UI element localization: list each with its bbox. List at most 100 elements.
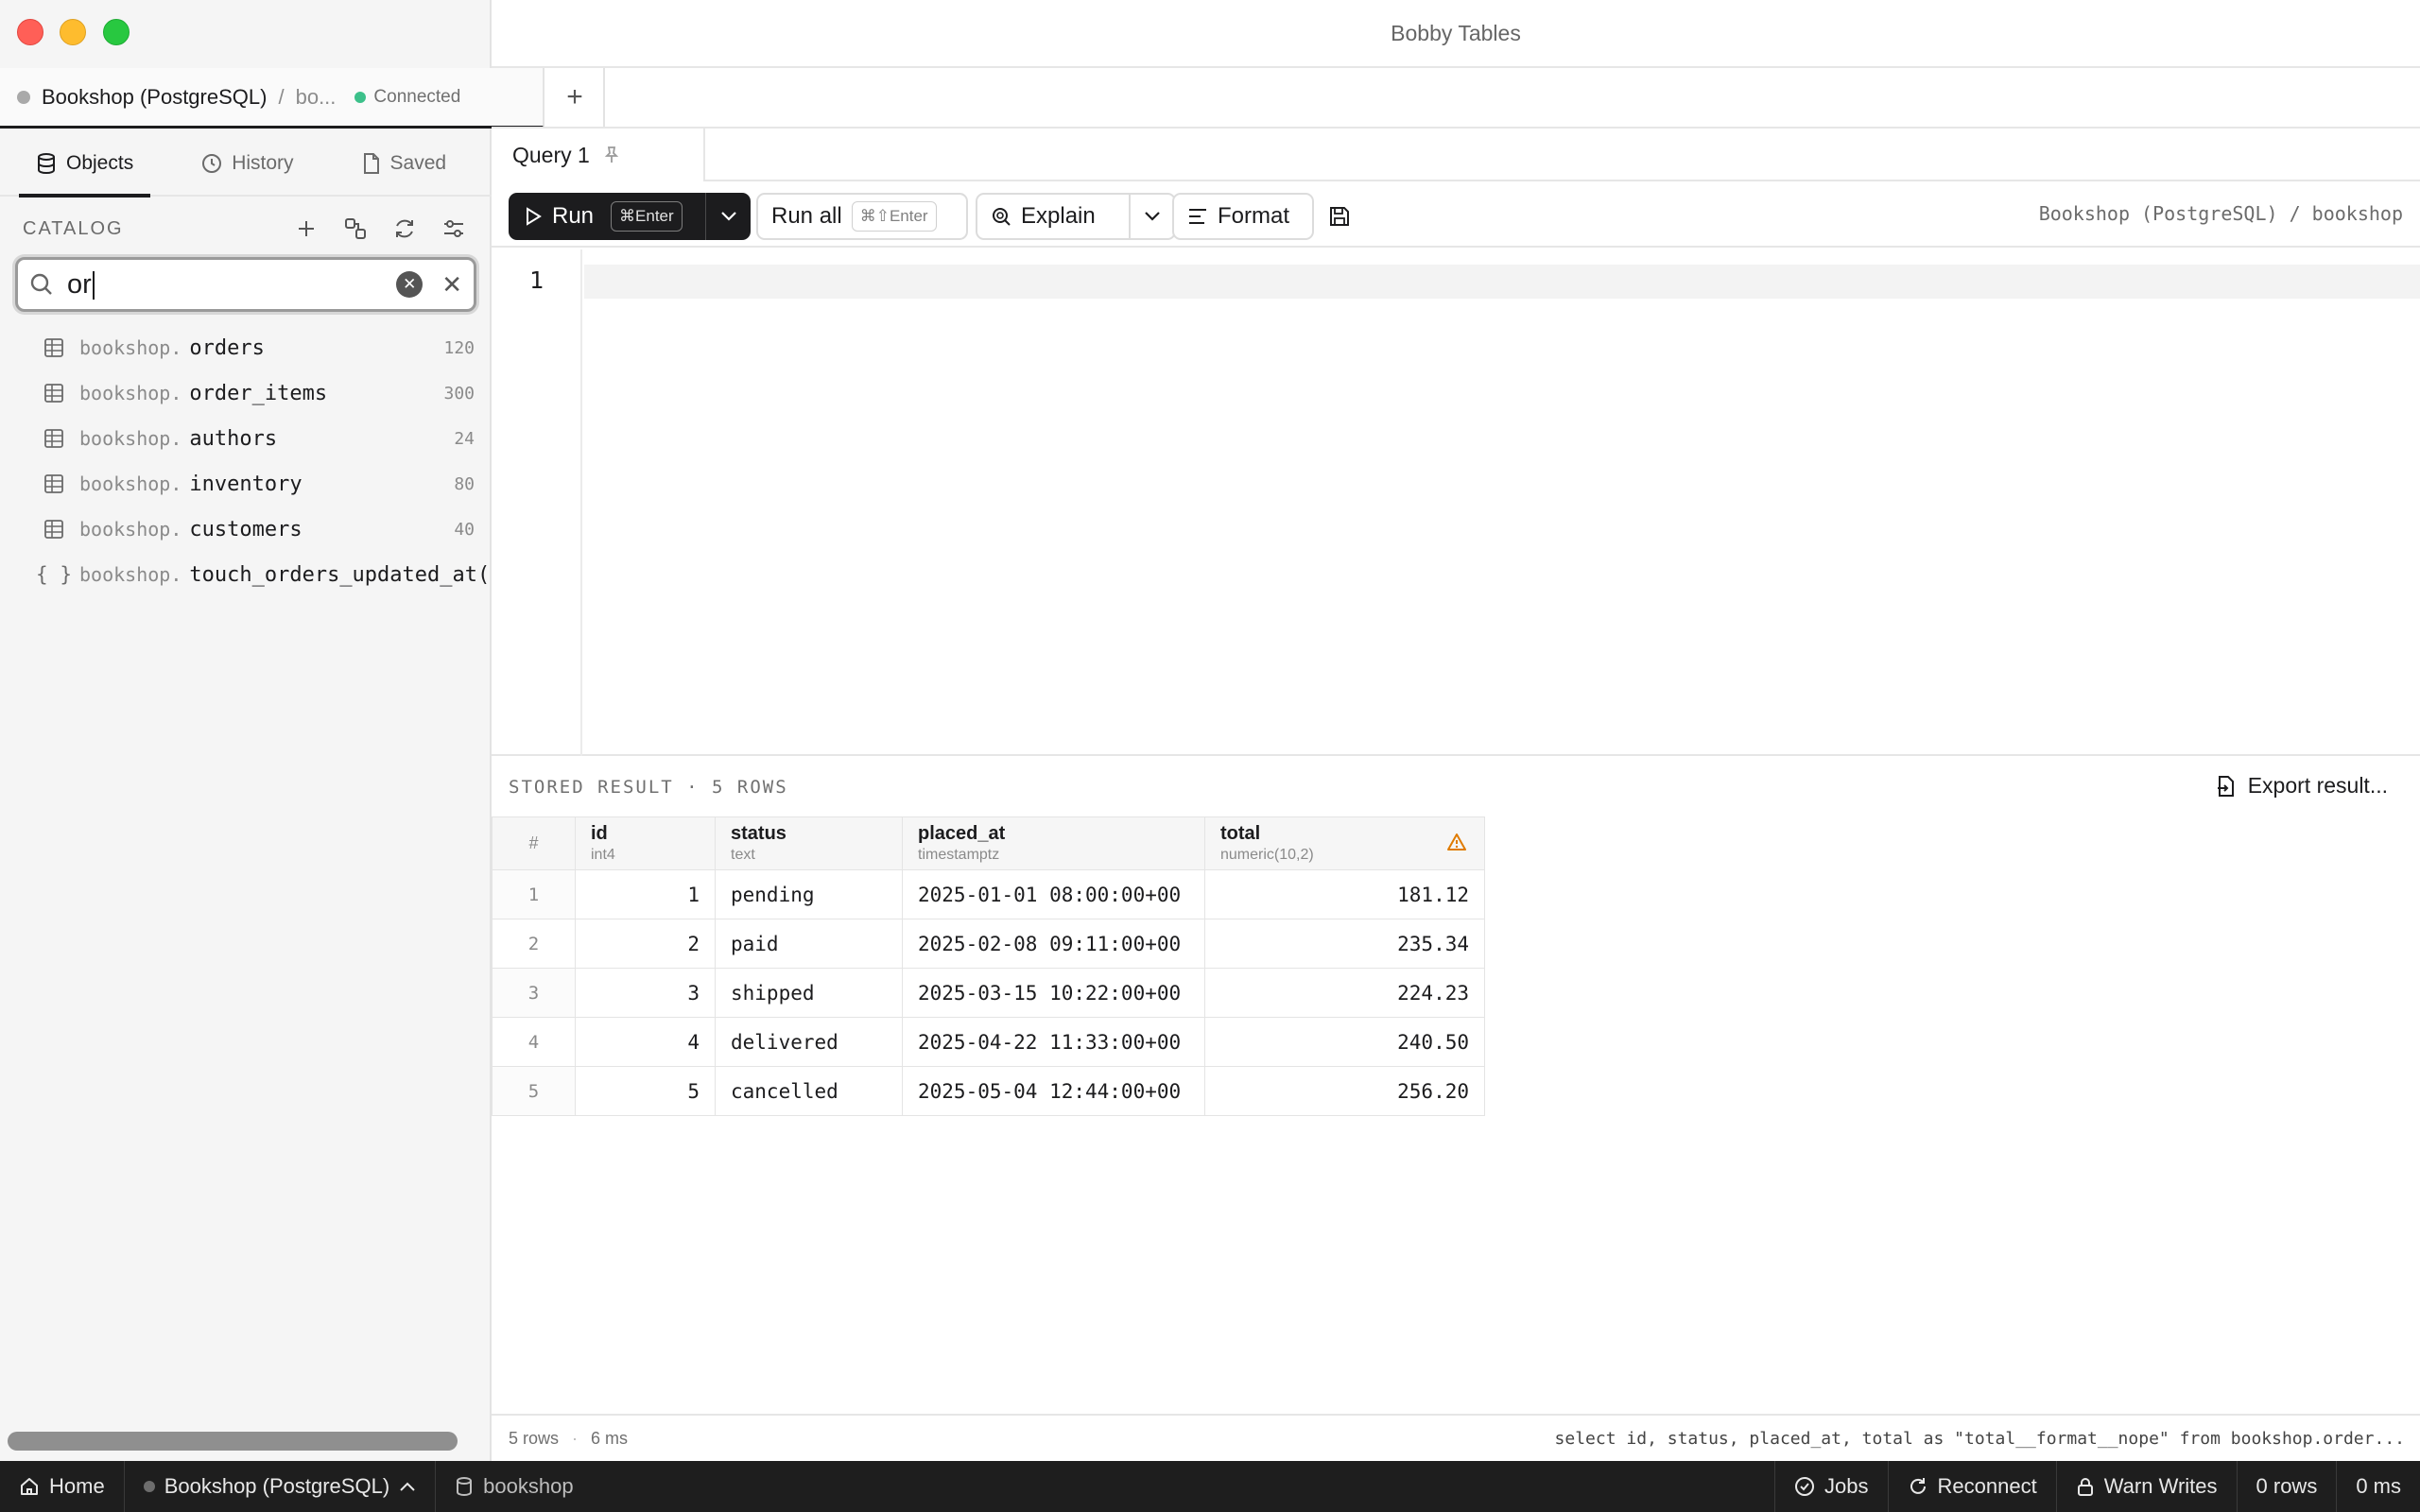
connection-dot-icon (17, 90, 30, 104)
left-panel: Objects History Saved CATALOG or ✕ ✕ boo (0, 0, 492, 1461)
query-tab-bar: Query 1 (492, 129, 2420, 181)
tab-history[interactable]: History (184, 131, 310, 196)
close-search-icon[interactable]: ✕ (441, 270, 462, 300)
database-icon (457, 1477, 473, 1497)
object-list-item[interactable]: bookshop. authors 24 (0, 416, 492, 461)
cell-placed-at[interactable]: 2025-03-15 10:22:00+00 (902, 968, 1205, 1018)
connection-label: Bookshop (PostgreSQL) (164, 1474, 390, 1498)
column-name: total (1220, 823, 1261, 844)
cell-status[interactable]: pending (715, 869, 903, 919)
table-row[interactable]: 2 2 paid 2025-02-08 09:11:00+00 235.34 (492, 919, 1485, 969)
connection-tab[interactable]: Bookshop (PostgreSQL) / bo... Connected (0, 68, 544, 129)
warning-icon[interactable] (1446, 833, 1467, 851)
search-input[interactable]: or (67, 269, 383, 301)
cell-total[interactable]: 181.12 (1204, 869, 1485, 919)
query-toolbar: Run ⌘Enter Run all ⌘⇧Enter Explain Forma… (492, 183, 2420, 248)
filter-settings-button[interactable] (435, 210, 473, 248)
jobs-button[interactable]: Jobs (1774, 1461, 1887, 1512)
schema-graph-button[interactable] (337, 210, 374, 248)
object-name: customers (189, 517, 302, 541)
cell-total[interactable]: 224.23 (1204, 968, 1485, 1018)
warn-writes-toggle[interactable]: Warn Writes (2055, 1461, 2237, 1512)
query-tab-label: Query 1 (512, 142, 590, 167)
row-number-cell[interactable]: 4 (492, 1017, 576, 1067)
row-number-cell[interactable]: 2 (492, 919, 576, 969)
sql-editor[interactable]: 1 (492, 249, 2420, 756)
row-number-cell[interactable]: 1 (492, 869, 576, 919)
column-header-status[interactable]: status text (715, 816, 903, 870)
cell-status[interactable]: shipped (715, 968, 903, 1018)
object-list-item[interactable]: bookshop. order_items 300 (0, 370, 492, 416)
bottom-status-bar: Home Bookshop (PostgreSQL) bookshop Jobs… (0, 1461, 2420, 1512)
chevron-down-icon (1145, 212, 1160, 221)
cell-total[interactable]: 240.50 (1204, 1017, 1485, 1067)
pin-icon[interactable] (603, 146, 620, 164)
table-icon (42, 381, 66, 405)
minimize-window-button[interactable] (60, 19, 86, 45)
save-query-button[interactable] (1323, 200, 1356, 232)
format-button[interactable]: Format (1172, 193, 1314, 240)
cell-id[interactable]: 3 (575, 968, 716, 1018)
explain-button[interactable]: Explain (976, 193, 1131, 240)
database-indicator[interactable]: bookshop (436, 1461, 592, 1512)
table-row[interactable]: 4 4 delivered 2025-04-22 11:33:00+00 240.50 (492, 1017, 1485, 1067)
table-row[interactable]: 5 5 cancelled 2025-05-04 12:44:00+00 256.20 (492, 1066, 1485, 1116)
new-connection-tab-button[interactable]: + (546, 68, 605, 127)
format-label: Format (1218, 203, 1290, 229)
object-list-item[interactable]: bookshop. customers 40 (0, 507, 492, 552)
cell-total[interactable]: 256.20 (1204, 1066, 1485, 1116)
cell-placed-at[interactable]: 2025-04-22 11:33:00+00 (902, 1017, 1205, 1067)
table-row[interactable]: 1 1 pending 2025-01-01 08:00:00+00 181.12 (492, 869, 1485, 919)
line-number: 1 (529, 266, 544, 294)
clear-search-icon[interactable]: ✕ (396, 271, 424, 298)
run-button[interactable]: Run ⌘Enter (509, 193, 751, 240)
tab-saved[interactable]: Saved (345, 131, 464, 196)
cell-status[interactable]: paid (715, 919, 903, 969)
tab-objects[interactable]: Objects (19, 131, 151, 198)
object-list-item[interactable]: bookshop. inventory 80 (0, 461, 492, 507)
cell-total[interactable]: 235.34 (1204, 919, 1485, 969)
editor-gutter: 1 (492, 249, 582, 756)
table-row[interactable]: 3 3 shipped 2025-03-15 10:22:00+00 224.23 (492, 968, 1485, 1018)
zoom-window-button[interactable] (103, 19, 130, 45)
object-name: touch_orders_updated_at( (189, 562, 491, 587)
executed-sql: select id, status, placed_at, total as "… (1554, 1429, 2405, 1449)
cell-id[interactable]: 5 (575, 1066, 716, 1116)
column-header-total[interactable]: total numeric(10,2) (1204, 816, 1485, 870)
query-tab[interactable]: Query 1 (492, 129, 705, 181)
catalog-search-field[interactable]: or ✕ ✕ (15, 257, 476, 312)
add-object-button[interactable] (287, 210, 325, 248)
cell-placed-at[interactable]: 2025-02-08 09:11:00+00 (902, 919, 1205, 969)
sliders-icon (444, 220, 463, 237)
reconnect-button[interactable]: Reconnect (1887, 1461, 2056, 1512)
refresh-button[interactable] (386, 210, 424, 248)
column-type: text (731, 847, 755, 863)
active-line-highlight[interactable] (584, 265, 2420, 299)
object-list-item[interactable]: { } bookshop. touch_orders_updated_at( (0, 552, 492, 597)
cell-status[interactable]: cancelled (715, 1066, 903, 1116)
close-window-button[interactable] (17, 19, 43, 45)
home-button[interactable]: Home (0, 1461, 125, 1512)
run-options-button[interactable] (705, 193, 751, 240)
object-list-item[interactable]: bookshop. orders 120 (0, 325, 492, 370)
connection-breadcrumb: Bookshop (PostgreSQL) / bookshop (2038, 202, 2403, 225)
export-result-button[interactable]: Export result... (2216, 773, 2388, 799)
column-header-placed-at[interactable]: placed_at timestamptz (902, 816, 1205, 870)
row-number-cell[interactable]: 3 (492, 968, 576, 1018)
cell-id[interactable]: 4 (575, 1017, 716, 1067)
sidebar-scrollbar[interactable] (8, 1432, 458, 1451)
cell-status[interactable]: delivered (715, 1017, 903, 1067)
diagram-icon (345, 218, 366, 239)
object-row-count: 120 (443, 337, 475, 358)
cell-placed-at[interactable]: 2025-05-04 12:44:00+00 (902, 1066, 1205, 1116)
explain-options-button[interactable] (1129, 193, 1176, 240)
cell-placed-at[interactable]: 2025-01-01 08:00:00+00 (902, 869, 1205, 919)
column-header-id[interactable]: id int4 (575, 816, 716, 870)
connection-switcher[interactable]: Bookshop (PostgreSQL) (125, 1461, 437, 1512)
result-grid: # id int4 status text placed_at timestam… (492, 816, 1485, 1116)
connected-dot-icon (354, 91, 367, 103)
cell-id[interactable]: 1 (575, 869, 716, 919)
cell-id[interactable]: 2 (575, 919, 716, 969)
row-number-cell[interactable]: 5 (492, 1066, 576, 1116)
run-all-button[interactable]: Run all ⌘⇧Enter (756, 193, 968, 240)
